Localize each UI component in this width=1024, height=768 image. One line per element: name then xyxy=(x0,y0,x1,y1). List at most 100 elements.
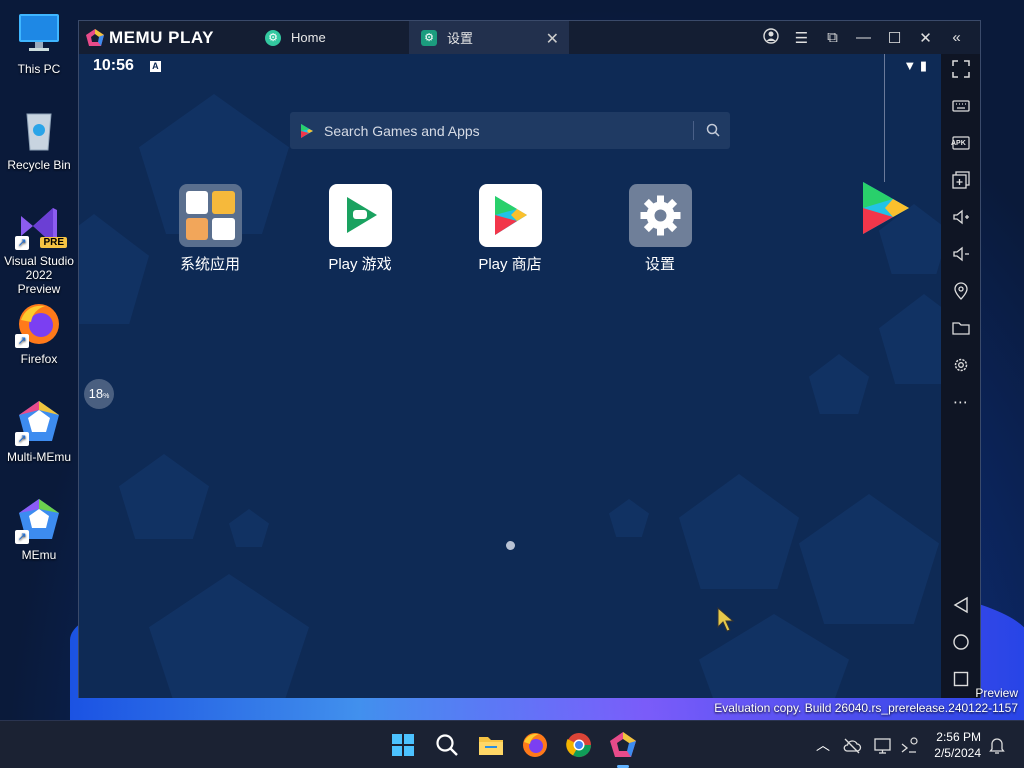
windows-evaluation-watermark: Preview Evaluation copy. Build 26040.rs_… xyxy=(714,686,1018,716)
system-tray: ︿ xyxy=(812,721,834,768)
close-tab-icon[interactable]: ✕ xyxy=(546,29,559,49)
desktop-icon-firefox[interactable]: ↗ Firefox xyxy=(4,300,74,366)
app-system-apps[interactable]: 系统应用 xyxy=(155,184,265,274)
percent-unit: % xyxy=(103,393,110,400)
watermark-line-1: Preview xyxy=(975,686,1018,700)
apk-label: APK xyxy=(951,140,966,147)
volume-down-icon[interactable] xyxy=(941,245,980,269)
chrome-icon[interactable] xyxy=(564,730,594,760)
play-games-icon xyxy=(328,184,392,247)
bg-shape xyxy=(679,474,799,589)
mouse-cursor-icon xyxy=(717,607,735,632)
bg-shape xyxy=(229,509,269,547)
display-icon[interactable] xyxy=(873,736,893,756)
desktop-icon-label: Recycle Bin xyxy=(7,158,71,172)
window-controls: ☰ ⧉ — ☐ ✕ « xyxy=(755,21,972,54)
bg-shape xyxy=(149,574,309,698)
page-indicator-dot xyxy=(506,541,515,550)
file-explorer-icon[interactable] xyxy=(476,730,506,760)
wifi-icon: ▼ xyxy=(903,58,917,73)
close-icon[interactable]: ✕ xyxy=(910,29,941,47)
chevron-up-icon[interactable]: ︿ xyxy=(812,735,834,755)
start-icon[interactable] xyxy=(388,730,418,760)
desktop-icon-recycle-bin[interactable]: Recycle Bin xyxy=(4,106,74,172)
search-placeholder: Search Games and Apps xyxy=(324,122,480,139)
tab-home[interactable]: ⚙ Home xyxy=(259,21,409,54)
location-icon[interactable] xyxy=(941,282,980,306)
app-label: Play 商店 xyxy=(478,256,542,273)
account-icon[interactable] xyxy=(755,27,786,48)
folder-icon[interactable] xyxy=(941,319,980,343)
screen-share-icon[interactable]: ⧉ xyxy=(817,29,848,46)
cloud-icon[interactable] xyxy=(842,736,862,756)
bg-shape xyxy=(799,494,939,624)
app-label: 系统应用 xyxy=(179,256,240,273)
android-status-bar: 10:56 A xyxy=(93,57,161,75)
play-store-floating-icon[interactable] xyxy=(859,180,913,236)
system-apps-folder-icon xyxy=(178,184,242,247)
gallery-icon xyxy=(185,217,208,240)
desktop-icon-multi-memu[interactable]: ↗ Multi-MEmu xyxy=(4,398,74,464)
app-play-store[interactable]: Play 商店 xyxy=(455,184,565,274)
search-divider xyxy=(693,121,694,140)
shortcut-arrow-icon: ↗ xyxy=(15,236,29,250)
collapse-icon[interactable]: « xyxy=(941,29,972,46)
desktop-icon-label: MEmu xyxy=(21,548,57,562)
desktop-icon-label: Multi-MEmu xyxy=(6,450,71,464)
app-label: Play 游戏 xyxy=(328,256,392,273)
search-bar[interactable]: Search Games and Apps xyxy=(290,112,730,149)
android-screen[interactable]: 10:56 A ▼ ▮ Search Games and Apps 系统应用 P… xyxy=(79,54,941,698)
settings-icon[interactable] xyxy=(941,356,980,380)
shortcut-arrow-icon: ↗ xyxy=(15,334,29,348)
taskbar-clock[interactable]: 2:56 PM 2/5/2024 xyxy=(934,729,981,761)
notification-bell-icon[interactable] xyxy=(987,735,1007,755)
bg-shape xyxy=(809,354,869,414)
memu-home-icon: ⚙ xyxy=(265,29,281,46)
clock-date: 2/5/2024 xyxy=(934,746,981,760)
tab-settings[interactable]: ⚙ 设置 ✕ xyxy=(409,21,569,54)
app-play-games[interactable]: Play 游戏 xyxy=(305,184,415,274)
app-label: 设置 xyxy=(644,256,675,273)
more-icon[interactable]: ⋯ xyxy=(941,393,980,417)
back-icon[interactable] xyxy=(941,596,980,620)
keyboard-icon[interactable] xyxy=(941,97,980,121)
memu-icon: ↗ xyxy=(15,496,63,544)
desktop-icon-visual-studio[interactable]: PRE ↗ Visual Studio 2022 Preview xyxy=(4,202,74,296)
app-settings[interactable]: 设置 xyxy=(605,184,715,274)
visual-studio-icon: PRE ↗ xyxy=(15,202,67,250)
bg-shape xyxy=(79,214,149,324)
minimize-icon[interactable]: — xyxy=(848,29,879,46)
chrome-icon xyxy=(212,217,235,240)
memu-icon[interactable] xyxy=(608,730,638,768)
add-window-icon[interactable] xyxy=(941,171,980,195)
bg-shape xyxy=(609,499,649,537)
volume-up-icon[interactable] xyxy=(941,208,980,232)
firefox-icon[interactable] xyxy=(520,730,550,760)
home-icon[interactable] xyxy=(941,633,980,657)
desktop-icon-label: Firefox xyxy=(20,352,58,366)
search-icon[interactable] xyxy=(432,730,462,760)
files-icon xyxy=(212,191,235,214)
desktop-icon-label: Visual Studio 2022 Preview xyxy=(4,254,74,296)
desktop-icon-memu[interactable]: ↗ MEmu xyxy=(4,496,74,562)
search-icon[interactable] xyxy=(706,123,720,137)
memory-percent-indicator[interactable]: 18% xyxy=(84,379,114,409)
desktop-icon-this-pc[interactable]: This PC xyxy=(4,10,74,76)
tab-label: Home xyxy=(291,30,326,45)
memu-logo: MEMU PLAY xyxy=(79,21,259,54)
maximize-icon[interactable]: ☐ xyxy=(879,29,910,47)
signal-battery: ▼ ▮ xyxy=(903,58,927,74)
memu-brand: MEMU PLAY xyxy=(109,27,214,47)
google-icon xyxy=(185,191,208,214)
bg-shape xyxy=(879,294,941,384)
apk-icon[interactable]: APK xyxy=(941,134,980,158)
network-icon[interactable] xyxy=(899,736,919,756)
tab-label: 设置 xyxy=(447,31,474,46)
settings-gear-icon xyxy=(628,184,692,247)
play-store-small-icon xyxy=(301,123,313,138)
fullscreen-icon[interactable] xyxy=(941,60,980,84)
multi-memu-icon: ↗ xyxy=(15,398,63,446)
notification-a-icon: A xyxy=(149,60,161,72)
notification-drag-line xyxy=(884,54,885,182)
menu-icon[interactable]: ☰ xyxy=(786,29,817,47)
